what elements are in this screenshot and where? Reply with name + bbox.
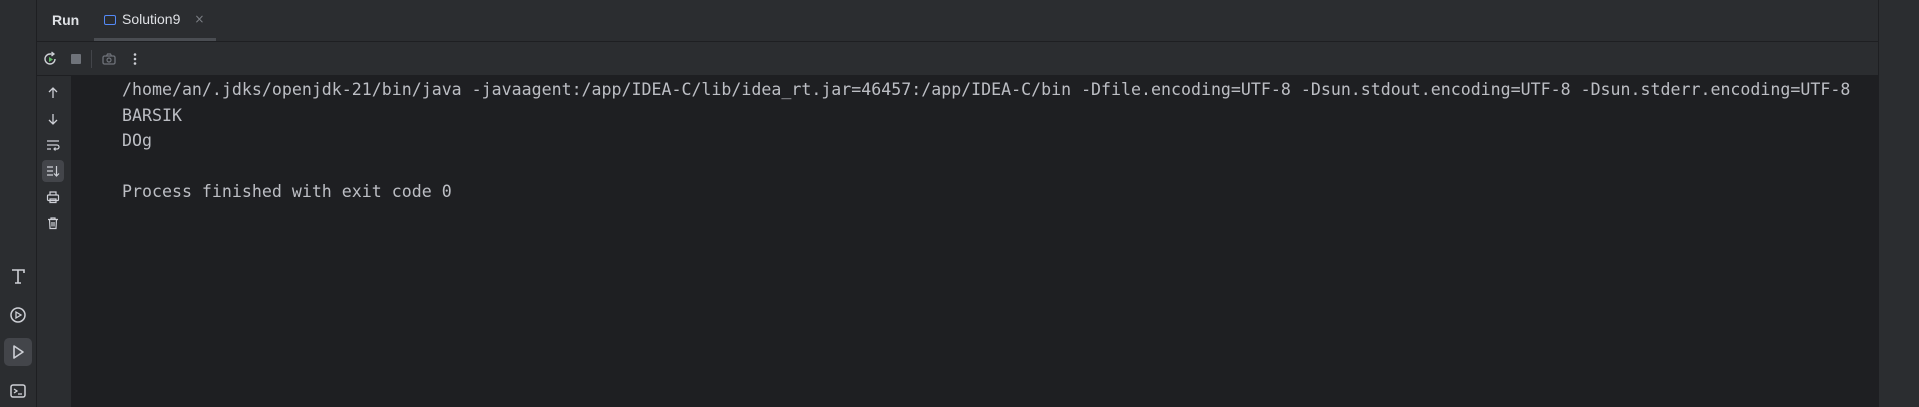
arrow-up-icon[interactable]	[42, 82, 64, 104]
tool-window-title: Run	[52, 12, 80, 28]
text-format-icon[interactable]	[4, 262, 32, 290]
print-icon[interactable]	[42, 186, 64, 208]
arrow-down-icon[interactable]	[42, 108, 64, 130]
stop-icon[interactable]	[64, 47, 88, 71]
run-toolbar	[37, 42, 1878, 76]
toolbar-separator	[91, 49, 92, 68]
scroll-to-end-icon[interactable]	[42, 160, 64, 182]
console-line-output: DOg	[122, 131, 152, 150]
more-options-icon[interactable]	[123, 47, 147, 71]
console-line-exit-status: Process finished with exit code 0	[122, 182, 452, 201]
console-output[interactable]: /home/an/.jdks/openjdk-21/bin/java -java…	[72, 76, 1878, 407]
run-icon[interactable]	[4, 338, 32, 366]
left-tool-stripe	[0, 0, 37, 407]
terminal-icon[interactable]	[4, 377, 32, 405]
ide-run-tool-window: Run Solution9 × /home/an/.jdks/openjdk-2…	[0, 0, 1919, 407]
application-run-config-icon	[104, 14, 116, 25]
tab-label: Solution9	[122, 11, 181, 27]
console-line-command: /home/an/.jdks/openjdk-21/bin/java -java…	[122, 80, 1851, 99]
console-line-output: BARSIK	[122, 106, 182, 125]
tool-window-header: Run Solution9 ×	[37, 0, 1878, 42]
trash-icon[interactable]	[42, 212, 64, 234]
console-gutter-toolbar	[37, 76, 72, 407]
rerun-icon[interactable]	[38, 47, 62, 71]
services-icon[interactable]	[4, 301, 32, 329]
soft-wrap-icon[interactable]	[42, 134, 64, 156]
tab-solution9[interactable]: Solution9 ×	[94, 0, 217, 41]
run-tool-window: Run Solution9 × /home/an/.jdks/openjdk-2…	[37, 0, 1878, 407]
right-tool-stripe	[1878, 0, 1919, 407]
camera-icon[interactable]	[97, 47, 121, 71]
close-icon[interactable]: ×	[194, 13, 204, 25]
